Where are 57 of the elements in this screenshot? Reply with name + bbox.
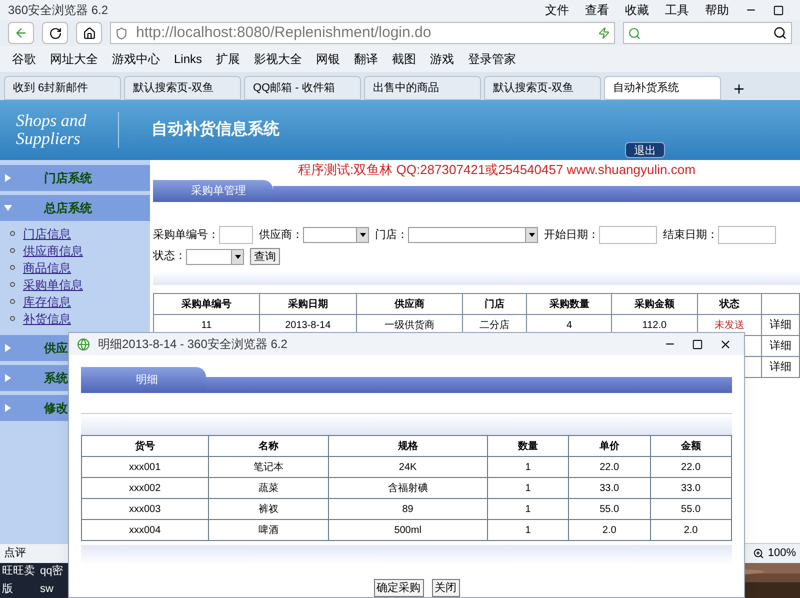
url-text: http://localhost:8080/Replenishment/login.do [136, 22, 432, 43]
filter-label: 开始日期： [544, 228, 599, 243]
table-cell: 2013-8-14 [285, 320, 331, 330]
table-cell: 蔬菜 [258, 482, 278, 494]
column-header: 名称 [208, 436, 328, 456]
column-header: 状态 [697, 294, 762, 314]
table-cell: 含福射碘 [388, 482, 428, 494]
logo-text: Shops and Suppliers [16, 112, 120, 148]
table-cell: 1 [525, 504, 531, 514]
table-cell: 一级供货商 [384, 320, 434, 330]
table-cell: 55.0 [681, 504, 701, 514]
table-cell: 裤衩 [258, 504, 278, 514]
table-cell: xxx001 [129, 462, 161, 472]
table-cell: 89 [402, 504, 414, 514]
filter-label: 供应商： [259, 228, 303, 243]
table-cell: 1 [525, 462, 531, 472]
table-cell: 2.0 [602, 524, 616, 536]
column-header: 数量 [487, 436, 569, 456]
popup-title: 明细2013-8-14 - 360安全浏览器 6.2 [98, 336, 288, 353]
table-cell: xxx003 [129, 504, 161, 514]
filter-label: 采购单编号： [153, 228, 219, 243]
table-cell: 500ml [394, 524, 422, 536]
table-cell: 4 [566, 320, 572, 330]
table-cell: 33.0 [600, 482, 620, 494]
table-cell: 22.0 [681, 462, 701, 472]
table-cell: 112.0 [642, 320, 667, 330]
column-header: 门店 [462, 294, 527, 314]
column-header: 采购数量 [526, 294, 612, 314]
table-cell: xxx004 [129, 524, 161, 536]
window-title: 360安全浏览器 6.2 [8, 2, 108, 19]
filter-label: 门店： [375, 228, 408, 243]
column-header: 采购单编号 [154, 294, 260, 314]
table-cell: xxx002 [129, 482, 161, 494]
table-cell: 啤酒 [258, 524, 278, 536]
table-cell: 22.0 [600, 462, 620, 472]
status-text: 未发送 [714, 320, 744, 330]
filter-label: 结束日期： [663, 228, 718, 243]
table-cell: 2.0 [684, 524, 698, 536]
table-cell: 1 [525, 482, 531, 494]
column-header: 规格 [328, 436, 488, 456]
table-cell: 55.0 [600, 504, 620, 514]
table-cell: 二分店 [479, 320, 510, 330]
table-cell: 1 [525, 524, 531, 536]
column-header: 供应商 [356, 294, 462, 314]
table-cell: 11 [201, 320, 212, 330]
system-title: 自动补货信息系统 [151, 119, 280, 140]
filter-label: 状态： [153, 248, 186, 264]
column-header: 金额 [650, 436, 732, 456]
notice-text: 程序测试:双鱼林 QQ:287307421或254540457 www.shuangyulin.com [298, 161, 696, 180]
column-header: 采购金额 [612, 294, 698, 314]
column-header: 货号 [82, 436, 208, 456]
column-header: 单价 [568, 436, 650, 456]
table-cell: 24K [398, 462, 417, 472]
table-cell: 33.0 [681, 482, 701, 494]
table-cell: 笔记本 [253, 462, 284, 472]
status-text: 点评 [4, 546, 26, 562]
column-header: 采购日期 [259, 294, 356, 314]
